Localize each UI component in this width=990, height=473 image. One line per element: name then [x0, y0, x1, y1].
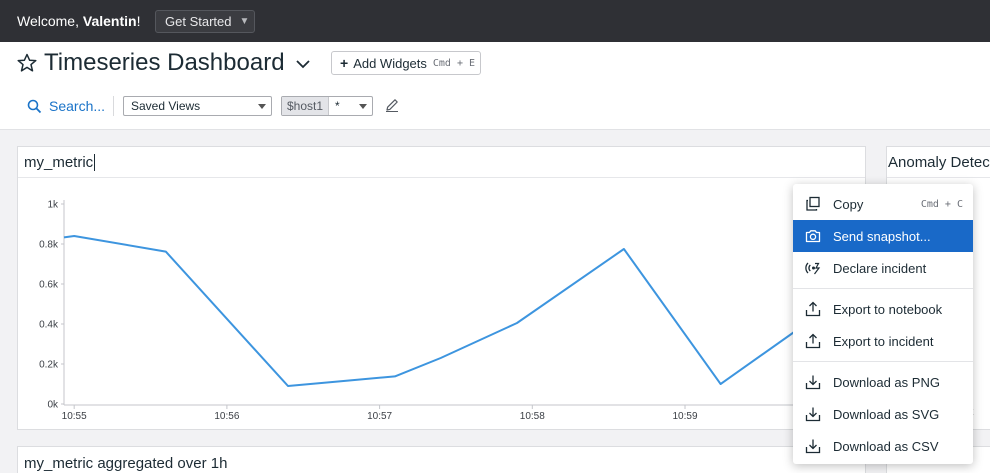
menu-item-download-csv[interactable]: Download as CSV — [793, 430, 973, 462]
y-tick-label: 1k — [47, 200, 59, 211]
get-started-button[interactable]: Get Started ▼ — [155, 10, 255, 33]
series-line — [63, 235, 798, 387]
widget-title: my_metric aggregated over 1h — [24, 455, 228, 472]
text-cursor — [94, 153, 96, 171]
welcome-message: Welcome, Valentin! — [17, 13, 141, 29]
y-tick-label: 0.6k — [39, 280, 59, 291]
top-bar: Welcome, Valentin! — [0, 0, 990, 42]
template-variable-select[interactable]: $host1 * — [281, 96, 373, 116]
camera-icon — [805, 230, 821, 243]
menu-item-export-to-notebook[interactable]: Export to notebook — [793, 293, 973, 325]
widget-context-menu: Copy Cmd + C Send snapshot... Declare in… — [793, 184, 973, 464]
x-tick-label: 10:58 — [520, 411, 545, 422]
y-tick-label: 0k — [47, 400, 59, 411]
template-variable-name: $host1 — [282, 97, 330, 115]
menu-item-declare-incident[interactable]: Declare incident — [793, 252, 973, 284]
menu-item-download-svg[interactable]: Download as SVG — [793, 398, 973, 430]
add-widgets-button[interactable]: + Add Widgets Cmd + E — [331, 51, 481, 75]
widget-title[interactable]: my_metric — [18, 147, 865, 178]
x-tick-label: 10:57 — [367, 411, 392, 422]
shortcut-hint: Cmd + E — [432, 57, 476, 69]
x-tick-label: 10:59 — [672, 411, 697, 422]
y-tick-label: 0.2k — [39, 360, 59, 371]
export-icon — [805, 301, 821, 317]
star-icon[interactable] — [17, 53, 37, 73]
search-button[interactable]: Search... — [27, 98, 105, 114]
y-tick-label: 0.4k — [39, 320, 59, 331]
menu-divider — [793, 288, 973, 289]
search-icon — [27, 99, 42, 113]
chevron-down-icon[interactable] — [294, 55, 312, 73]
y-tick-label: 0.8k — [39, 240, 59, 251]
copy-icon — [806, 196, 820, 211]
menu-divider — [793, 361, 973, 362]
export-icon — [805, 333, 821, 349]
dropdown-arrow-icon — [258, 104, 266, 109]
menu-item-download-png[interactable]: Download as PNG — [793, 366, 973, 398]
menu-item-copy[interactable]: Copy Cmd + C — [793, 188, 973, 220]
template-variable-value: * — [335, 99, 340, 113]
x-tick-label: 10:55 — [62, 411, 87, 422]
download-icon — [805, 439, 821, 454]
plus-icon: + — [340, 55, 349, 71]
x-tick-label: 10:56 — [214, 411, 239, 422]
aggregated-widget[interactable]: my_metric aggregated over 1h — [17, 446, 866, 473]
download-icon — [805, 375, 821, 390]
incident-icon — [805, 262, 821, 275]
menu-item-export-to-incident[interactable]: Export to incident — [793, 325, 973, 357]
dropdown-arrow-icon — [359, 104, 367, 109]
line-chart[interactable]: 0k 0.2k 0.4k 0.6k 0.8k 1k 10:55 10:56 10:57 10:58… — [17, 178, 857, 428]
download-icon — [805, 407, 821, 422]
chevron-down-icon: ▼ — [239, 16, 250, 27]
dashboard-title[interactable]: Timeseries Dashboard — [44, 49, 285, 77]
pencil-icon[interactable] — [384, 97, 400, 113]
widget-title: Anomaly Detection — [887, 147, 990, 178]
saved-views-select[interactable]: Saved Views — [123, 96, 272, 116]
shortcut-hint: Cmd + C — [920, 198, 963, 210]
menu-item-send-snapshot[interactable]: Send snapshot... — [793, 220, 973, 252]
divider — [113, 96, 114, 116]
